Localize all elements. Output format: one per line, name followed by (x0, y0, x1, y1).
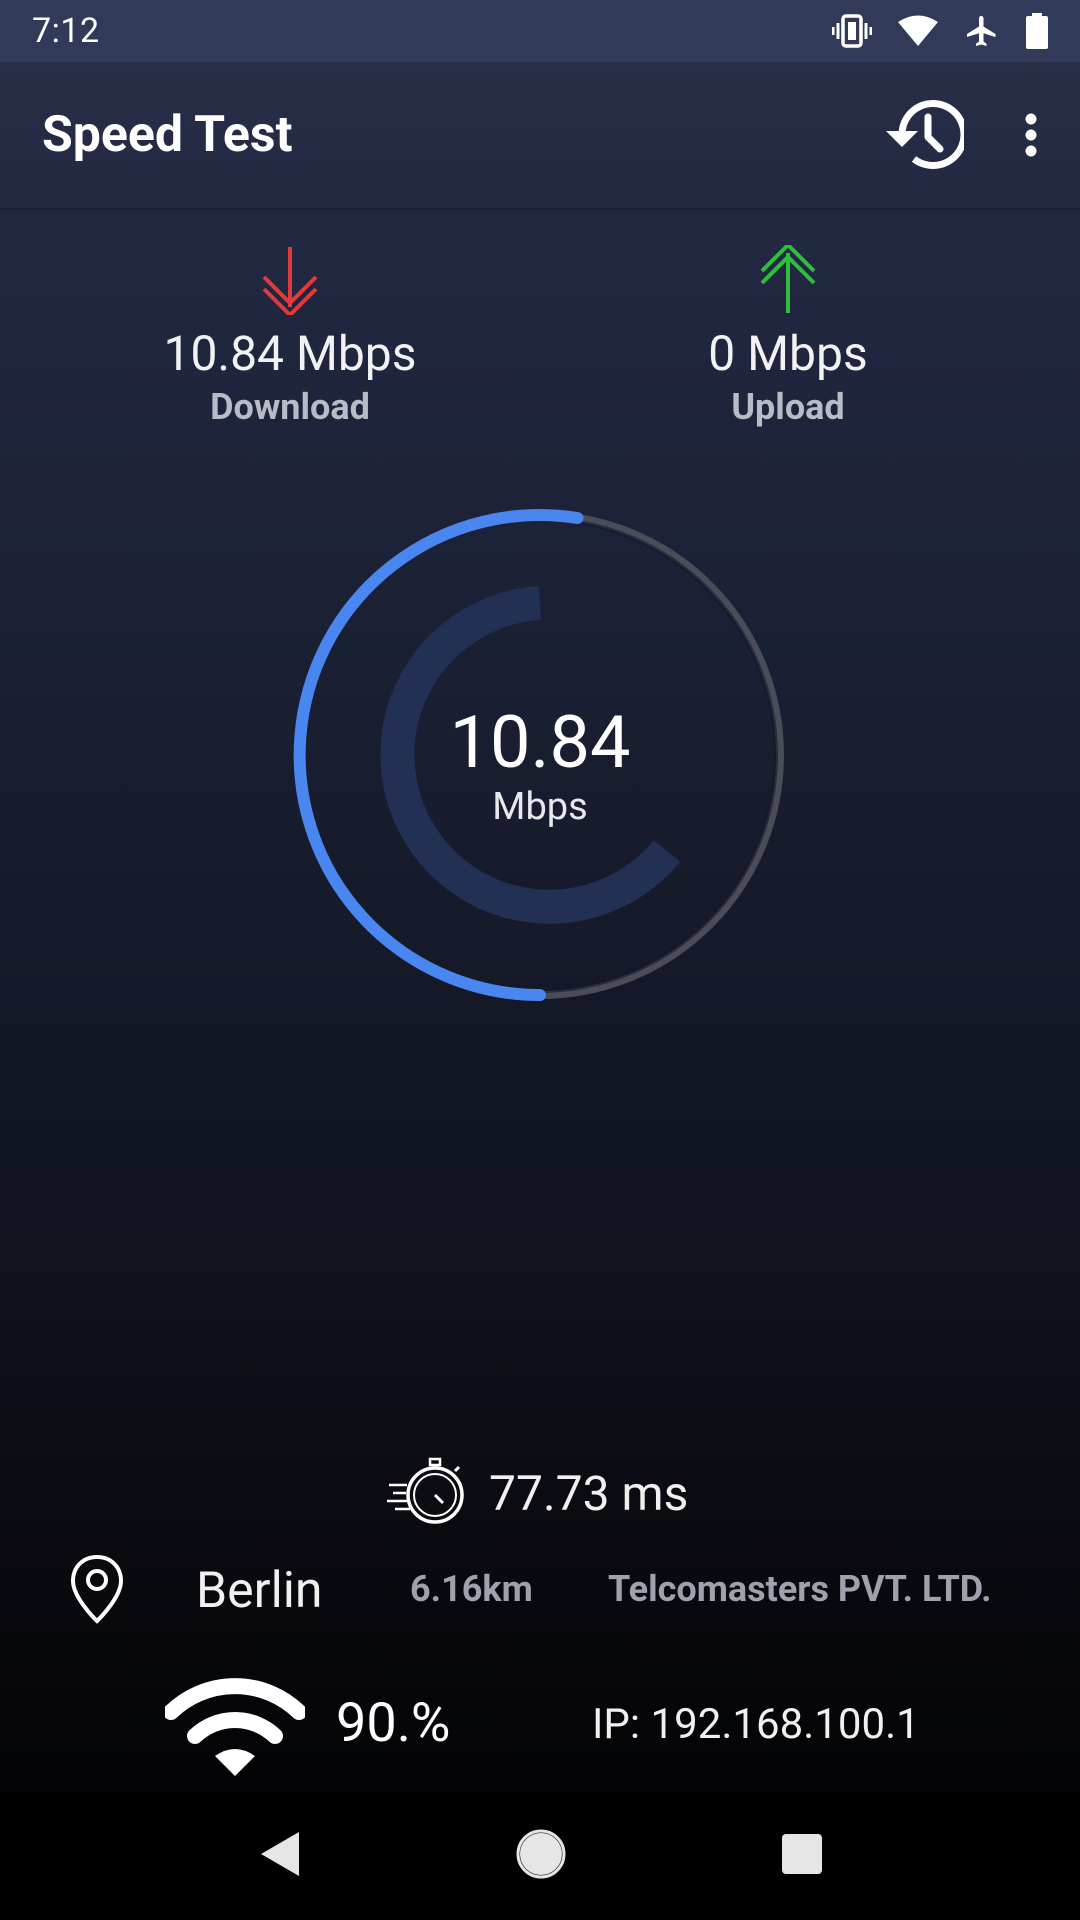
download-stat: 10.84 Mbps Download (110, 245, 470, 428)
signal-strength: 90.% (336, 1692, 451, 1755)
speed-gauge: 10.84 Mbps (290, 505, 790, 1005)
server-city: Berlin (196, 1562, 323, 1620)
history-icon (886, 100, 964, 169)
upload-arrow-icon (608, 245, 968, 317)
vibrate-icon (832, 14, 872, 48)
app-bar: Speed Test (0, 62, 1080, 210)
stopwatch-icon (385, 1455, 467, 1531)
upload-label: Upload (731, 386, 845, 428)
app-actions (878, 95, 1038, 175)
wifi-status-icon (898, 15, 938, 47)
status-bar: 7:12 (0, 0, 1080, 62)
isp-name: Telcomasters PVT. LTD. (608, 1568, 992, 1610)
location-row: Berlin 6.16km Telcomasters PVT. LTD. (0, 1548, 1080, 1628)
upload-value: 0 Mbps (708, 325, 868, 382)
more-vert-icon (1025, 113, 1037, 157)
ip-address: IP: 192.168.100.1 (592, 1700, 920, 1749)
status-icons (832, 13, 1048, 49)
ping-value: 77.73 ms (489, 1464, 689, 1522)
network-row: 90.% IP: 192.168.100.1 (0, 1672, 1080, 1782)
gauge-unit: Mbps (492, 785, 588, 829)
more-options-button[interactable] (1024, 113, 1038, 157)
back-button[interactable] (257, 1830, 301, 1882)
status-time: 7:12 (32, 11, 100, 51)
history-button[interactable] (878, 95, 964, 175)
location-pin-icon (70, 1554, 124, 1628)
home-icon (516, 1829, 566, 1879)
recents-button[interactable] (781, 1833, 823, 1879)
gauge-value: 10.84 (449, 700, 631, 785)
back-icon (261, 1832, 299, 1876)
app-title: Speed Test (42, 106, 293, 164)
home-button[interactable] (515, 1828, 567, 1884)
wifi-signal-icon (163, 1672, 307, 1780)
ping-row: 77.73 ms (385, 1455, 688, 1531)
airplane-icon (964, 13, 1000, 49)
download-label: Download (210, 386, 370, 428)
download-value: 10.84 Mbps (163, 325, 417, 382)
recents-icon (782, 1834, 822, 1874)
battery-icon (1026, 13, 1048, 49)
upload-stat: 0 Mbps Upload (608, 245, 968, 428)
navigation-bar (0, 1792, 1080, 1920)
server-distance: 6.16km (410, 1568, 533, 1610)
download-arrow-icon (110, 245, 470, 317)
